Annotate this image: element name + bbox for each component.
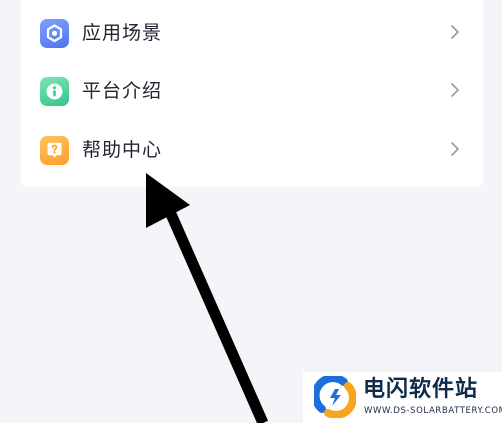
watermark-title: 电闪软件站 <box>363 377 479 402</box>
watermark-logo-icon <box>311 374 357 422</box>
pointer-arrow-icon <box>146 173 269 423</box>
site-watermark: 电闪软件站 WWW.DS-SOLARBATTERY.COM <box>303 372 502 423</box>
watermark-url: WWW.DS-SOLARBATTERY.COM <box>364 406 502 416</box>
